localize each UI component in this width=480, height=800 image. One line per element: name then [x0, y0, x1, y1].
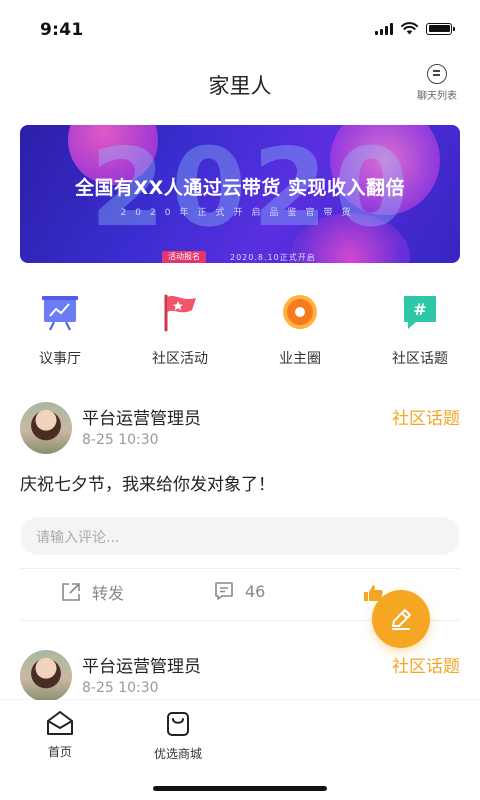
page-title: 家里人	[208, 74, 272, 98]
tab-home[interactable]: 首页	[20, 710, 100, 760]
tab-label: 优选商城	[153, 747, 202, 761]
category-grid: 议事厅 社区活动 业主圈 # 社区话题	[0, 290, 480, 370]
status-bar: 9:41	[0, 0, 480, 56]
comment-icon	[215, 582, 233, 600]
category-community-events[interactable]: 社区活动	[120, 290, 240, 370]
tab-mall[interactable]: 优选商城	[138, 710, 218, 762]
compose-button[interactable]	[372, 590, 430, 648]
category-community-topics[interactable]: # 社区话题	[360, 290, 480, 370]
comment-placeholder: 请输入评论...	[36, 530, 120, 546]
status-time: 9:41	[40, 20, 84, 40]
header: 家里人 聊天列表	[0, 56, 480, 112]
share-icon	[62, 583, 80, 601]
category-label: 业主圈	[279, 351, 321, 367]
wifi-icon	[401, 22, 418, 35]
chat-list-icon	[427, 64, 447, 84]
banner-headline: 全国有XX人通过云带货 实现收入翻倍	[75, 177, 405, 199]
category-label: 议事厅	[39, 351, 81, 367]
home-indicator	[153, 786, 327, 791]
post-topic-link[interactable]: 社区话题	[392, 404, 460, 429]
post-time: 8-25 10:30	[82, 680, 159, 696]
status-icons	[375, 22, 455, 35]
banner-date: 2020.8.10正式开启	[230, 253, 316, 262]
share-label: 转发	[92, 584, 125, 603]
banner-tag: 活动报名	[162, 251, 206, 263]
divider	[20, 568, 460, 569]
circle-icon	[278, 290, 322, 334]
category-label: 社区活动	[152, 351, 208, 367]
chat-list-label: 聊天列表	[417, 91, 457, 102]
comment-count: 46	[245, 581, 266, 601]
home-icon	[47, 711, 73, 735]
comment-button[interactable]: 46	[213, 580, 265, 602]
post-author[interactable]: 平台运营管理员	[82, 404, 201, 429]
cellular-signal-icon	[375, 22, 393, 35]
comment-input[interactable]: 请输入评论...	[20, 517, 460, 555]
promo-banner[interactable]: 2020 全国有XX人通过云带货 实现收入翻倍 2020年正式开启品鉴官带货 活…	[20, 125, 460, 263]
svg-text:#: #	[413, 300, 426, 319]
flag-icon	[158, 290, 202, 334]
post-content: 庆祝七夕节，我来给你发对象了！	[20, 475, 275, 495]
banner-subline: 2020年正式开启品鉴官带货	[120, 208, 360, 218]
hashtag-icon: #	[398, 290, 442, 334]
share-button[interactable]: 转发	[60, 580, 124, 604]
battery-icon	[426, 22, 455, 35]
shopping-bag-icon	[167, 712, 189, 736]
edit-pencil-icon	[392, 609, 411, 630]
post-topic-link[interactable]: 社区话题	[392, 652, 460, 677]
category-meeting-hall[interactable]: 议事厅	[0, 290, 120, 370]
category-label: 社区话题	[392, 351, 448, 367]
avatar[interactable]	[20, 650, 72, 702]
post-author[interactable]: 平台运营管理员	[82, 652, 201, 677]
meeting-board-icon	[38, 290, 82, 334]
avatar[interactable]	[20, 402, 72, 454]
chat-list-button[interactable]: 聊天列表	[412, 64, 462, 102]
post-card: 平台运营管理员 8-25 10:30 社区话题 庆祝七夕节，我来给你发对象了！ …	[0, 402, 480, 621]
category-owner-circle[interactable]: 业主圈	[240, 290, 360, 370]
tab-label: 首页	[47, 745, 72, 759]
tab-bar: 首页 优选商城	[0, 700, 480, 800]
post-time: 8-25 10:30	[82, 432, 159, 448]
